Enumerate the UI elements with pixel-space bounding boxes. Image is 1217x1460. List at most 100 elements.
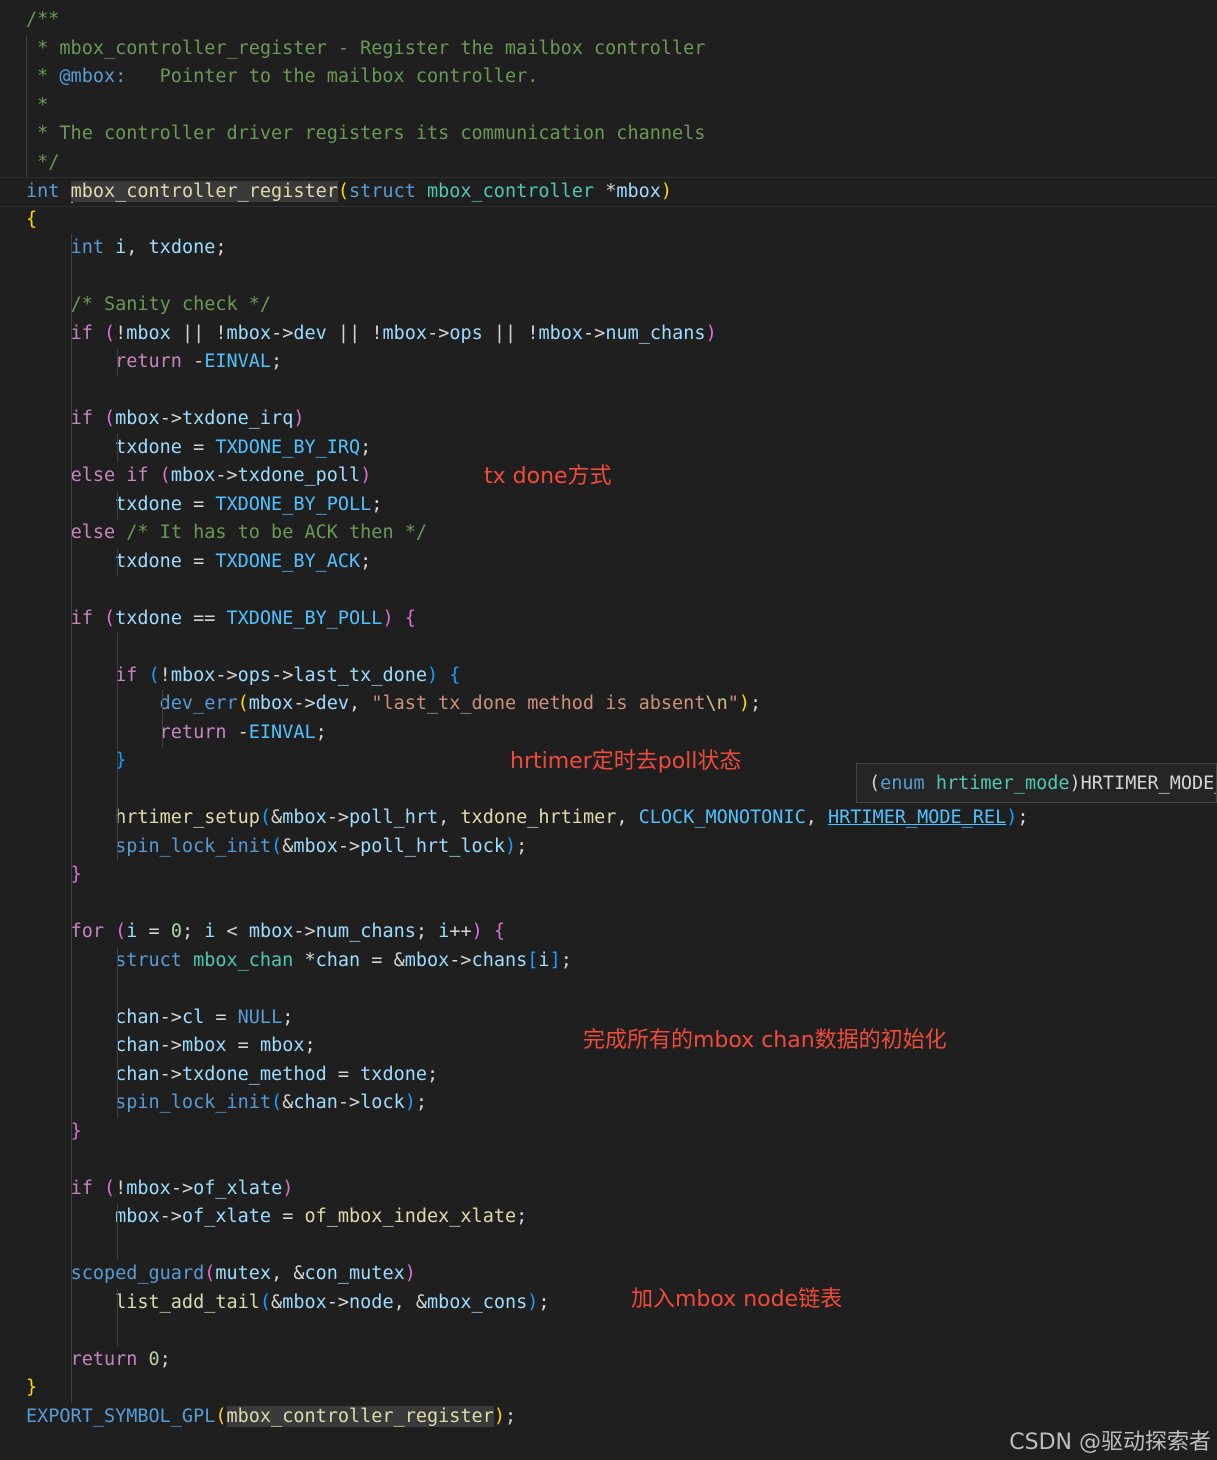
code-line[interactable]: txdone = TXDONE_BY_ACK; <box>26 548 371 576</box>
code-line[interactable]: struct mbox_chan *chan = &mbox->chans[i]… <box>26 947 572 975</box>
code-line[interactable]: spin_lock_init(&chan->lock); <box>26 1089 427 1117</box>
code-line[interactable]: /** <box>26 6 59 34</box>
code-line[interactable]: * The controller driver registers its co… <box>26 120 705 148</box>
code-line[interactable]: * @mbox: Pointer to the mailbox controll… <box>26 63 538 91</box>
code-token: = <box>271 1206 305 1227</box>
code-token: [ <box>527 949 539 971</box>
code-line[interactable]: hrtimer_setup(&mbox->poll_hrt, txdone_hr… <box>26 804 1029 832</box>
code-token: ; <box>304 1035 316 1056</box>
code-line[interactable]: else if (mbox->txdone_poll) <box>26 462 372 490</box>
code-editor[interactable]: /** * mbox_controller_register - Registe… <box>0 0 1217 1460</box>
code-token: hrtimer_mode <box>935 773 1070 794</box>
code-token: ( <box>271 835 283 857</box>
code-line[interactable]: return 0; <box>26 1346 171 1374</box>
code-line[interactable]: dev_err(mbox->dev, "last_tx_done method … <box>26 690 762 718</box>
code-line[interactable]: { <box>26 206 37 234</box>
code-line[interactable]: if (!mbox->of_xlate) <box>26 1175 294 1203</box>
code-token: ) <box>493 1405 505 1427</box>
code-token: con_mutex <box>304 1263 405 1284</box>
code-line[interactable]: if (!mbox || !mbox->dev || !mbox->ops ||… <box>26 320 717 348</box>
code-token: dev <box>315 693 350 714</box>
code-line[interactable]: } <box>26 1374 37 1402</box>
code-token: ( <box>204 1263 216 1284</box>
code-token: ) <box>527 1291 539 1313</box>
code-token: ) <box>404 1263 416 1284</box>
code-token: mbox <box>282 807 327 828</box>
code-token: lock <box>360 1092 405 1113</box>
code-line[interactable]: } <box>26 747 126 775</box>
code-line[interactable]: else /* It has to be ACK then */ <box>26 519 427 547</box>
code-token: mbox <box>248 921 294 942</box>
code-line[interactable]: if (txdone == TXDONE_BY_POLL) { <box>26 605 416 633</box>
code-token: mbox <box>170 664 216 686</box>
code-token: if <box>70 607 93 629</box>
code-line[interactable]: * <box>26 92 48 120</box>
code-token: return <box>70 1348 138 1370</box>
code-token: ; <box>750 693 762 714</box>
code-line[interactable]: return -EINVAL; <box>26 348 282 376</box>
code-line[interactable]: EXPORT_SYMBOL_GPL(mbox_controller_regist… <box>26 1403 516 1431</box>
code-line[interactable]: int i, txdone; <box>26 234 227 262</box>
code-token: ; <box>159 1348 171 1370</box>
code-token: ; <box>181 921 205 942</box>
code-token: - <box>181 351 205 372</box>
indent-guide <box>117 433 118 462</box>
code-token: poll_hrt <box>349 807 439 828</box>
code-token: spin_lock_init <box>115 1092 272 1113</box>
code-line-current[interactable]: int mbox_controller_register(struct mbox… <box>0 177 1217 207</box>
code-token: txdone <box>115 607 182 629</box>
code-line[interactable]: spin_lock_init(&mbox->poll_hrt_lock); <box>26 833 527 861</box>
code-token: * <box>293 949 316 971</box>
code-line[interactable]: } <box>26 861 82 889</box>
watermark: CSDN @驱动探索者 <box>1009 1430 1211 1455</box>
code-line[interactable]: /* Sanity check */ <box>26 291 271 319</box>
code-token: return <box>159 721 227 743</box>
code-token: -> <box>427 322 450 344</box>
code-line[interactable]: chan->txdone_method = txdone; <box>26 1061 438 1089</box>
code-token: HRTIMER_MODE_REL <box>828 807 1007 828</box>
code-line[interactable]: if (!mbox->ops->last_tx_done) { <box>26 662 460 690</box>
code-line[interactable]: list_add_tail(&mbox->node, &mbox_cons); <box>26 1289 549 1317</box>
code-line[interactable]: for (i = 0; i < mbox->num_chans; i++) { <box>26 918 505 946</box>
code-line[interactable]: * mbox_controller_register - Register th… <box>26 35 705 63</box>
code-token: chan <box>115 1006 160 1028</box>
code-token: node <box>349 1291 394 1313</box>
code-token: struct <box>349 181 416 202</box>
code-token: -> <box>159 408 182 429</box>
code-line[interactable]: scoped_guard(mutex, &con_mutex) <box>26 1260 416 1288</box>
code-line[interactable]: txdone = TXDONE_BY_IRQ; <box>26 434 371 462</box>
annotation-note: tx done方式 <box>484 464 612 489</box>
code-line[interactable]: chan->cl = NULL; <box>26 1004 293 1032</box>
code-token: || ! <box>482 322 539 344</box>
code-token: & <box>282 835 294 857</box>
code-token: ) <box>471 921 483 942</box>
code-token: txdone_poll <box>237 465 361 486</box>
code-token: ( <box>159 465 171 486</box>
code-token: = <box>204 1006 238 1028</box>
code-line[interactable]: mbox->of_xlate = of_mbox_index_xlate; <box>26 1203 527 1231</box>
code-token: , & <box>393 1291 428 1313</box>
code-token: & <box>271 1291 283 1313</box>
code-line[interactable]: chan->mbox = mbox; <box>26 1032 316 1060</box>
code-line[interactable]: txdone = TXDONE_BY_POLL; <box>26 491 382 519</box>
indent-guide <box>117 547 118 576</box>
code-token: cl <box>181 1006 205 1028</box>
code-token: if <box>70 322 93 344</box>
indent-guide <box>117 348 118 377</box>
code-line[interactable]: */ <box>26 149 59 177</box>
code-token: ; <box>1017 807 1029 828</box>
code-token: ; <box>315 721 327 743</box>
code-token: mbox <box>616 181 661 202</box>
code-token: , & <box>271 1263 305 1284</box>
code-line[interactable]: if (mbox->txdone_irq) <box>26 405 305 433</box>
code-line[interactable]: } <box>26 1118 82 1146</box>
code-token: if <box>70 408 93 429</box>
code-token: ] <box>549 949 561 971</box>
